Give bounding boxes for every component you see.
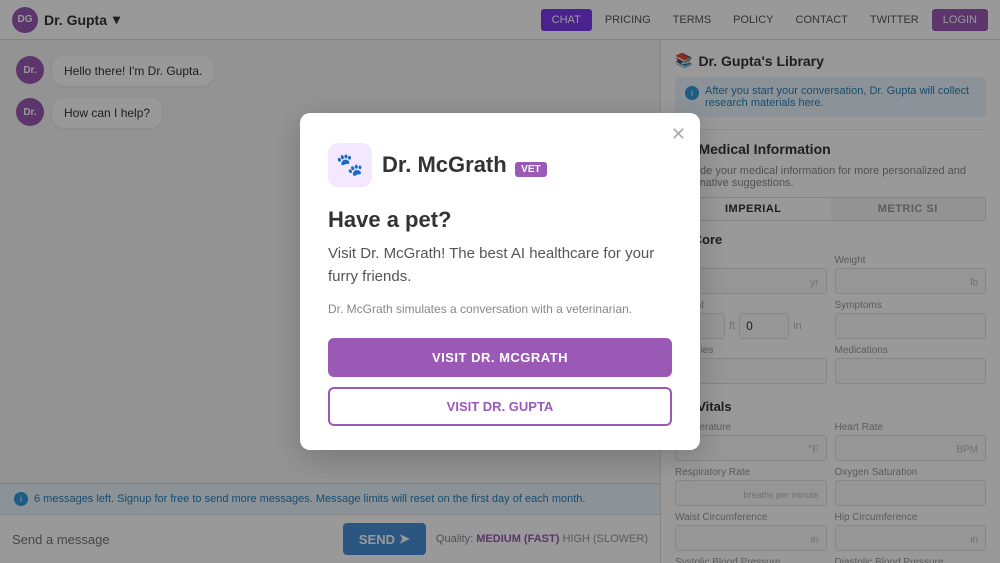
visit-mcgrath-button[interactable]: VISIT DR. MCGRATH (328, 338, 672, 377)
modal-desc: Visit Dr. McGrath! The best AI healthcar… (328, 243, 672, 288)
modal-logo-name: Dr. McGrath (382, 152, 507, 177)
modal-title: Have a pet? (328, 207, 672, 233)
modal-logo-text: Dr. McGrath VET (382, 152, 547, 178)
modal-sub: Dr. McGrath simulates a conversation wit… (328, 302, 672, 316)
modal-close-button[interactable]: ✕ (671, 125, 686, 143)
pet-modal: ✕ 🐾 Dr. McGrath VET Have a pet? Visit Dr… (300, 113, 700, 450)
modal-logo-icon: 🐾 (328, 143, 372, 187)
vet-badge: VET (515, 162, 546, 177)
modal-overlay[interactable]: ✕ 🐾 Dr. McGrath VET Have a pet? Visit Dr… (0, 0, 1000, 563)
modal-logo: 🐾 Dr. McGrath VET (328, 143, 672, 187)
visit-gupta-button[interactable]: VISIT DR. GUPTA (328, 387, 672, 426)
modal-paw-icon: 🐾 (336, 152, 363, 178)
